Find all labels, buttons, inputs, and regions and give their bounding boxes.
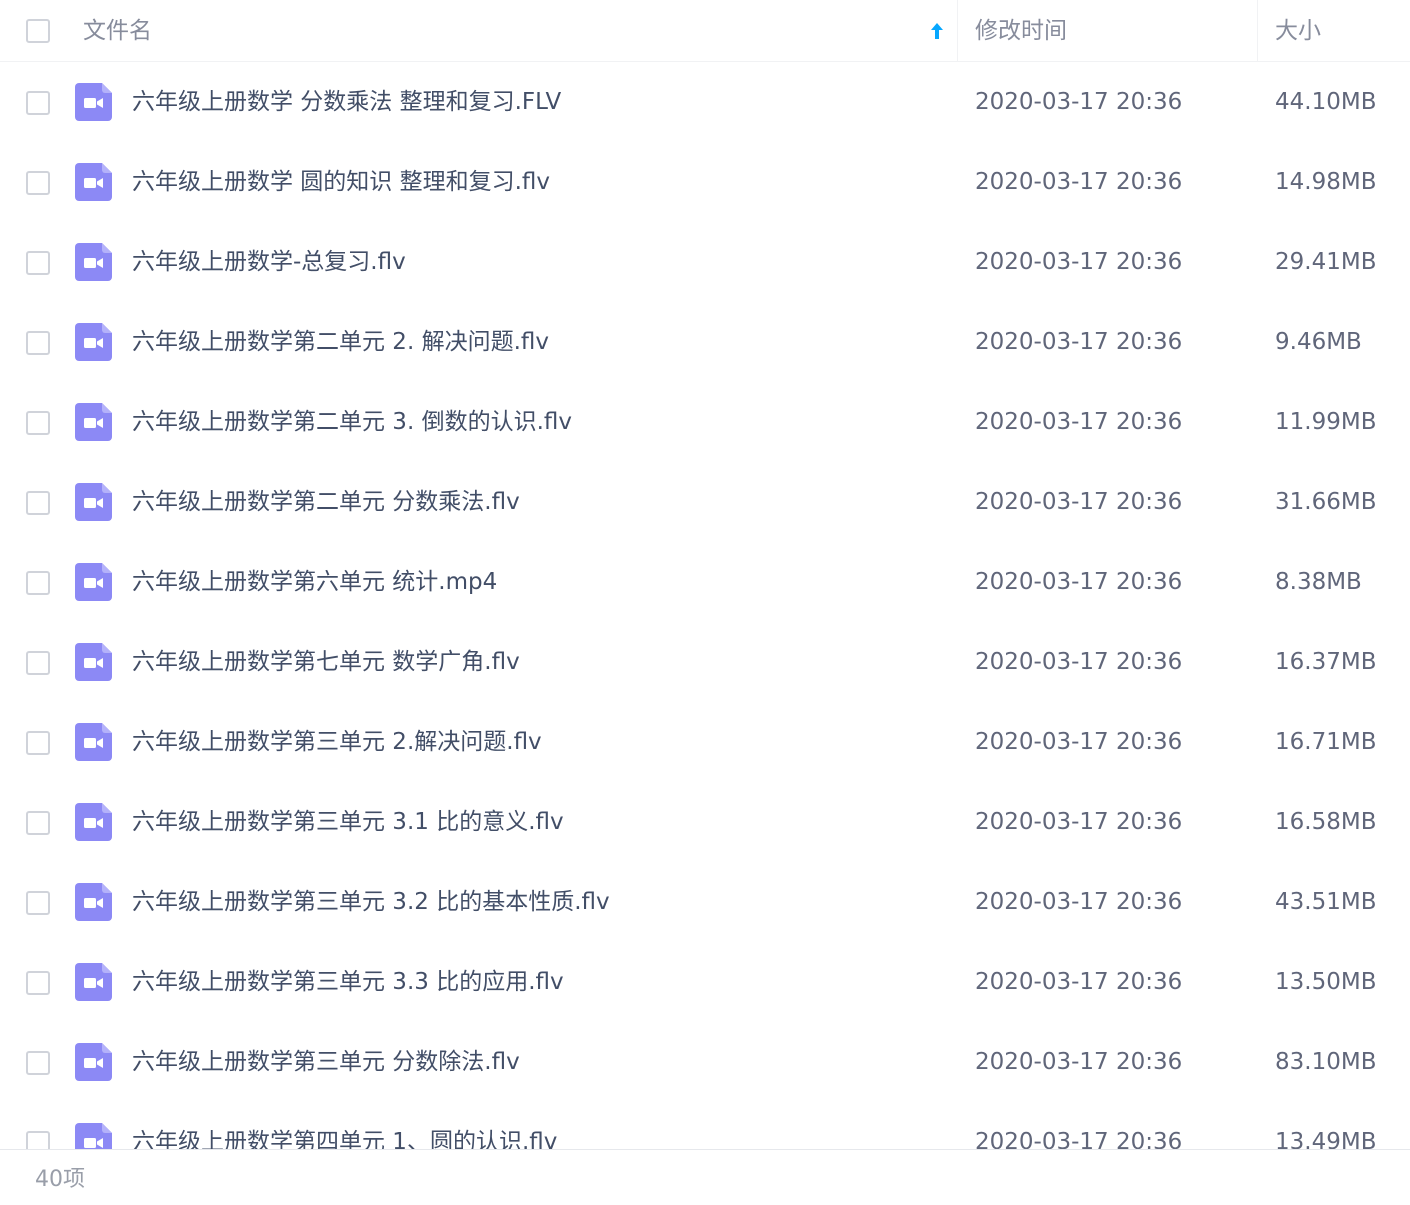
file-mtime: 2020-03-17 20:36 <box>975 649 1183 675</box>
file-size: 16.71MB <box>1275 729 1377 755</box>
video-file-icon <box>75 483 112 521</box>
file-mtime: 2020-03-17 20:36 <box>975 969 1183 995</box>
row-checkbox[interactable] <box>26 411 50 435</box>
file-row[interactable]: 六年级上册数学第三单元 2.解决问题.flv 2020-03-17 20:36 … <box>0 702 1410 782</box>
file-name[interactable]: 六年级上册数学第三单元 3.1 比的意义.flv <box>132 807 564 837</box>
video-file-icon <box>75 323 112 361</box>
video-file-icon <box>75 803 112 841</box>
file-row[interactable]: 六年级上册数学第三单元 3.3 比的应用.flv 2020-03-17 20:3… <box>0 942 1410 1022</box>
row-checkbox[interactable] <box>26 971 50 995</box>
file-mtime: 2020-03-17 20:36 <box>975 329 1183 355</box>
file-list-body: 六年级上册数学 分数乘法 整理和复习.FLV 2020-03-17 20:36 … <box>0 62 1410 1149</box>
column-divider <box>957 0 958 62</box>
file-row[interactable]: 六年级上册数学第七单元 数学广角.flv 2020-03-17 20:36 16… <box>0 622 1410 702</box>
file-mtime: 2020-03-17 20:36 <box>975 1129 1183 1149</box>
file-size: 43.51MB <box>1275 889 1377 915</box>
list-footer: 40项 <box>0 1149 1410 1205</box>
row-checkbox[interactable] <box>26 811 50 835</box>
video-file-icon <box>75 243 112 281</box>
video-file-icon <box>75 83 112 121</box>
column-header-mtime[interactable]: 修改时间 <box>975 16 1067 46</box>
file-size: 13.49MB <box>1275 1129 1377 1149</box>
file-row[interactable]: 六年级上册数学第二单元 分数乘法.flv 2020-03-17 20:36 31… <box>0 462 1410 542</box>
file-size: 14.98MB <box>1275 169 1377 195</box>
file-size: 44.10MB <box>1275 89 1377 115</box>
video-file-icon <box>75 883 112 921</box>
row-checkbox[interactable] <box>26 571 50 595</box>
file-size: 11.99MB <box>1275 409 1377 435</box>
video-file-icon <box>75 563 112 601</box>
file-mtime: 2020-03-17 20:36 <box>975 409 1183 435</box>
file-size: 16.58MB <box>1275 809 1377 835</box>
column-header-name[interactable]: 文件名 <box>83 16 152 46</box>
file-mtime: 2020-03-17 20:36 <box>975 889 1183 915</box>
row-checkbox[interactable] <box>26 1131 50 1149</box>
file-row[interactable]: 六年级上册数学第三单元 分数除法.flv 2020-03-17 20:36 83… <box>0 1022 1410 1102</box>
file-row[interactable]: 六年级上册数学第四单元 1、圆的认识.flv 2020-03-17 20:36 … <box>0 1102 1410 1149</box>
file-size: 9.46MB <box>1275 329 1362 355</box>
file-mtime: 2020-03-17 20:36 <box>975 729 1183 755</box>
file-row[interactable]: 六年级上册数学-总复习.flv 2020-03-17 20:36 29.41MB <box>0 222 1410 302</box>
row-checkbox[interactable] <box>26 651 50 675</box>
file-row[interactable]: 六年级上册数学第三单元 3.2 比的基本性质.flv 2020-03-17 20… <box>0 862 1410 942</box>
list-header: 文件名 修改时间 大小 <box>0 0 1410 62</box>
file-name[interactable]: 六年级上册数学第二单元 2. 解决问题.flv <box>132 327 549 357</box>
file-size: 29.41MB <box>1275 249 1377 275</box>
file-name[interactable]: 六年级上册数学第二单元 分数乘法.flv <box>132 487 520 517</box>
file-size: 83.10MB <box>1275 1049 1377 1075</box>
file-size: 16.37MB <box>1275 649 1377 675</box>
select-all-checkbox[interactable] <box>26 19 50 43</box>
file-mtime: 2020-03-17 20:36 <box>975 569 1183 595</box>
file-name[interactable]: 六年级上册数学第三单元 2.解决问题.flv <box>132 727 542 757</box>
video-file-icon <box>75 163 112 201</box>
file-size: 8.38MB <box>1275 569 1362 595</box>
file-mtime: 2020-03-17 20:36 <box>975 809 1183 835</box>
file-name[interactable]: 六年级上册数学 圆的知识 整理和复习.flv <box>132 167 550 197</box>
file-row[interactable]: 六年级上册数学第二单元 2. 解决问题.flv 2020-03-17 20:36… <box>0 302 1410 382</box>
video-file-icon <box>75 1043 112 1081</box>
column-header-size[interactable]: 大小 <box>1275 16 1321 46</box>
file-name[interactable]: 六年级上册数学第三单元 分数除法.flv <box>132 1047 520 1077</box>
video-file-icon <box>75 1123 112 1149</box>
video-file-icon <box>75 723 112 761</box>
file-name[interactable]: 六年级上册数学第三单元 3.2 比的基本性质.flv <box>132 887 610 917</box>
file-name[interactable]: 六年级上册数学-总复习.flv <box>132 247 406 277</box>
video-file-icon <box>75 403 112 441</box>
file-mtime: 2020-03-17 20:36 <box>975 489 1183 515</box>
file-row[interactable]: 六年级上册数学 圆的知识 整理和复习.flv 2020-03-17 20:36 … <box>0 142 1410 222</box>
row-checkbox[interactable] <box>26 731 50 755</box>
row-checkbox[interactable] <box>26 91 50 115</box>
arrow-up-icon[interactable] <box>928 21 946 41</box>
file-size: 31.66MB <box>1275 489 1377 515</box>
row-checkbox[interactable] <box>26 251 50 275</box>
video-file-icon <box>75 963 112 1001</box>
file-row[interactable]: 六年级上册数学第三单元 3.1 比的意义.flv 2020-03-17 20:3… <box>0 782 1410 862</box>
file-mtime: 2020-03-17 20:36 <box>975 89 1183 115</box>
row-checkbox[interactable] <box>26 891 50 915</box>
row-checkbox[interactable] <box>26 331 50 355</box>
file-name[interactable]: 六年级上册数学第三单元 3.3 比的应用.flv <box>132 967 564 997</box>
video-file-icon <box>75 643 112 681</box>
file-mtime: 2020-03-17 20:36 <box>975 249 1183 275</box>
file-row[interactable]: 六年级上册数学第二单元 3. 倒数的认识.flv 2020-03-17 20:3… <box>0 382 1410 462</box>
file-list: 文件名 修改时间 大小 六年级上册数学 分数乘法 整理和复习.FLV 2020-… <box>0 0 1410 1205</box>
file-mtime: 2020-03-17 20:36 <box>975 169 1183 195</box>
row-checkbox[interactable] <box>26 491 50 515</box>
file-size: 13.50MB <box>1275 969 1377 995</box>
row-checkbox[interactable] <box>26 171 50 195</box>
item-count: 40项 <box>35 1167 85 1192</box>
file-row[interactable]: 六年级上册数学第六单元 统计.mp4 2020-03-17 20:36 8.38… <box>0 542 1410 622</box>
file-name[interactable]: 六年级上册数学 分数乘法 整理和复习.FLV <box>132 87 561 117</box>
row-checkbox[interactable] <box>26 1051 50 1075</box>
file-name[interactable]: 六年级上册数学第二单元 3. 倒数的认识.flv <box>132 407 572 437</box>
file-name[interactable]: 六年级上册数学第四单元 1、圆的认识.flv <box>132 1127 557 1149</box>
file-row[interactable]: 六年级上册数学 分数乘法 整理和复习.FLV 2020-03-17 20:36 … <box>0 62 1410 142</box>
file-name[interactable]: 六年级上册数学第六单元 统计.mp4 <box>132 567 497 597</box>
file-name[interactable]: 六年级上册数学第七单元 数学广角.flv <box>132 647 520 677</box>
file-mtime: 2020-03-17 20:36 <box>975 1049 1183 1075</box>
column-divider <box>1257 0 1258 62</box>
